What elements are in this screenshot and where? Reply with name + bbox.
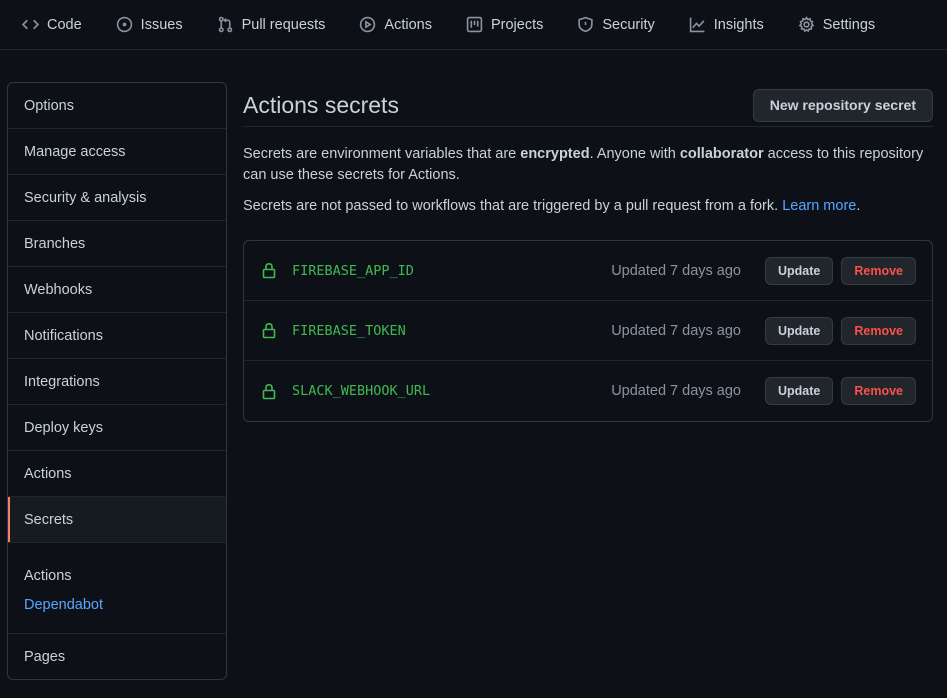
- code-icon: [22, 19, 39, 30]
- sidebar-item-label: Notifications: [24, 327, 103, 344]
- shield-icon: [578, 16, 594, 33]
- sidebar-item-label: Security & analysis: [24, 189, 147, 206]
- secret-updated: Updated 7 days ago: [611, 322, 741, 339]
- sidebar-item-pages[interactable]: Pages: [8, 634, 226, 679]
- sidebar-item-label: Manage access: [24, 143, 126, 160]
- sidebar-item-label: Integrations: [24, 373, 100, 390]
- tab-actions[interactable]: Actions: [359, 0, 432, 50]
- tab-projects[interactable]: Projects: [466, 0, 543, 50]
- secret-row: FIREBASE_APP_ID Updated 7 days ago Updat…: [244, 241, 932, 301]
- sidebar-item-label: Branches: [24, 235, 86, 252]
- tab-label: Issues: [140, 16, 183, 33]
- secret-name: FIREBASE_APP_ID: [292, 262, 414, 279]
- secret-row: SLACK_WEBHOOK_URL Updated 7 days ago Upd…: [244, 361, 932, 421]
- update-button[interactable]: Update: [764, 316, 834, 345]
- fork-note-tail: .: [856, 198, 861, 214]
- sidebar-subitem-dependabot[interactable]: Dependabot: [24, 595, 210, 615]
- sidebar-item-label: Options: [24, 97, 74, 114]
- page-title: Actions secrets: [243, 92, 399, 118]
- sidebar-item-notifications[interactable]: Notifications: [8, 313, 226, 359]
- tab-label: Code: [47, 16, 82, 33]
- sidebar-item-branches[interactable]: Branches: [8, 221, 226, 267]
- update-button[interactable]: Update: [764, 256, 834, 285]
- description-text: Secrets are environment variables that a…: [243, 146, 521, 162]
- sidebar-item-security-analysis[interactable]: Security & analysis: [8, 175, 226, 221]
- page-header: Actions secrets New repository secret: [243, 82, 933, 127]
- main-content: Actions secrets New repository secret Se…: [243, 82, 933, 422]
- update-button[interactable]: Update: [764, 377, 834, 405]
- sidebar-item-options[interactable]: Options: [8, 83, 226, 129]
- pull-request-icon: [218, 16, 232, 33]
- lock-icon: [262, 322, 276, 339]
- lock-icon: [262, 383, 276, 399]
- sidebar-item-integrations[interactable]: Integrations: [8, 359, 226, 405]
- sidebar-item-label: Secrets: [24, 511, 74, 528]
- fork-note-text: Secrets are not passed to workflows that…: [243, 198, 783, 214]
- secret-updated: Updated 7 days ago: [611, 383, 741, 399]
- tab-label: Insights: [713, 16, 764, 33]
- secret-updated: Updated 7 days ago: [611, 262, 741, 279]
- sidebar-item-deploy-keys[interactable]: Deploy keys: [8, 405, 226, 451]
- learn-more-link[interactable]: Learn more: [782, 198, 856, 214]
- sidebar-item-label: Deploy keys: [24, 419, 103, 436]
- secret-name: SLACK_WEBHOOK_URL: [292, 383, 431, 399]
- sidebar-item-actions[interactable]: Actions: [8, 451, 226, 497]
- tab-issues[interactable]: Issues: [116, 0, 183, 50]
- secret-row: FIREBASE_TOKEN Updated 7 days ago Update…: [244, 301, 932, 361]
- graph-icon: [689, 17, 705, 33]
- sidebar-subitem-actions[interactable]: Actions: [24, 566, 210, 586]
- sidebar-item-webhooks[interactable]: Webhooks: [8, 267, 226, 313]
- new-repository-secret-button[interactable]: New repository secret: [752, 88, 933, 122]
- sidebar-item-label: Actions: [24, 465, 72, 482]
- settings-sidebar: Options Manage access Security & analysi…: [7, 82, 227, 680]
- secrets-description: Secrets are environment variables that a…: [243, 144, 933, 186]
- tab-settings[interactable]: Settings: [798, 0, 875, 50]
- description-bold: collaborator: [679, 146, 764, 162]
- remove-button[interactable]: Remove: [841, 377, 916, 405]
- fork-note: Secrets are not passed to workflows that…: [243, 196, 933, 217]
- tab-insights[interactable]: Insights: [689, 0, 764, 50]
- sidebar-item-secrets[interactable]: Secrets: [8, 497, 226, 543]
- lock-icon: [262, 262, 276, 279]
- sidebar-item-label: Pages: [24, 649, 66, 665]
- secret-name: FIREBASE_TOKEN: [292, 322, 406, 339]
- tab-label: Projects: [490, 16, 544, 33]
- sidebar-item-manage-access[interactable]: Manage access: [8, 129, 226, 175]
- issue-icon: [116, 16, 132, 33]
- tab-pull-requests[interactable]: Pull requests: [217, 0, 326, 50]
- tab-label: Settings: [822, 16, 876, 33]
- project-icon: [466, 16, 483, 33]
- repo-nav: Code Issues Pull requests Actions Projec…: [0, 0, 947, 50]
- gear-icon: [798, 16, 815, 33]
- play-icon: [360, 16, 376, 33]
- secrets-list: FIREBASE_APP_ID Updated 7 days ago Updat…: [243, 240, 933, 422]
- sidebar-item-label: Webhooks: [24, 281, 93, 298]
- sidebar-secrets-group: Actions Dependabot: [8, 543, 226, 634]
- description-text: . Anyone with: [589, 146, 680, 162]
- tab-code[interactable]: Code: [22, 0, 82, 50]
- tab-label: Security: [602, 16, 655, 33]
- tab-security[interactable]: Security: [577, 0, 655, 50]
- tab-label: Actions: [384, 16, 432, 33]
- tab-label: Pull requests: [241, 16, 326, 33]
- remove-button[interactable]: Remove: [841, 316, 916, 345]
- remove-button[interactable]: Remove: [841, 256, 916, 285]
- description-bold: encrypted: [520, 146, 590, 162]
